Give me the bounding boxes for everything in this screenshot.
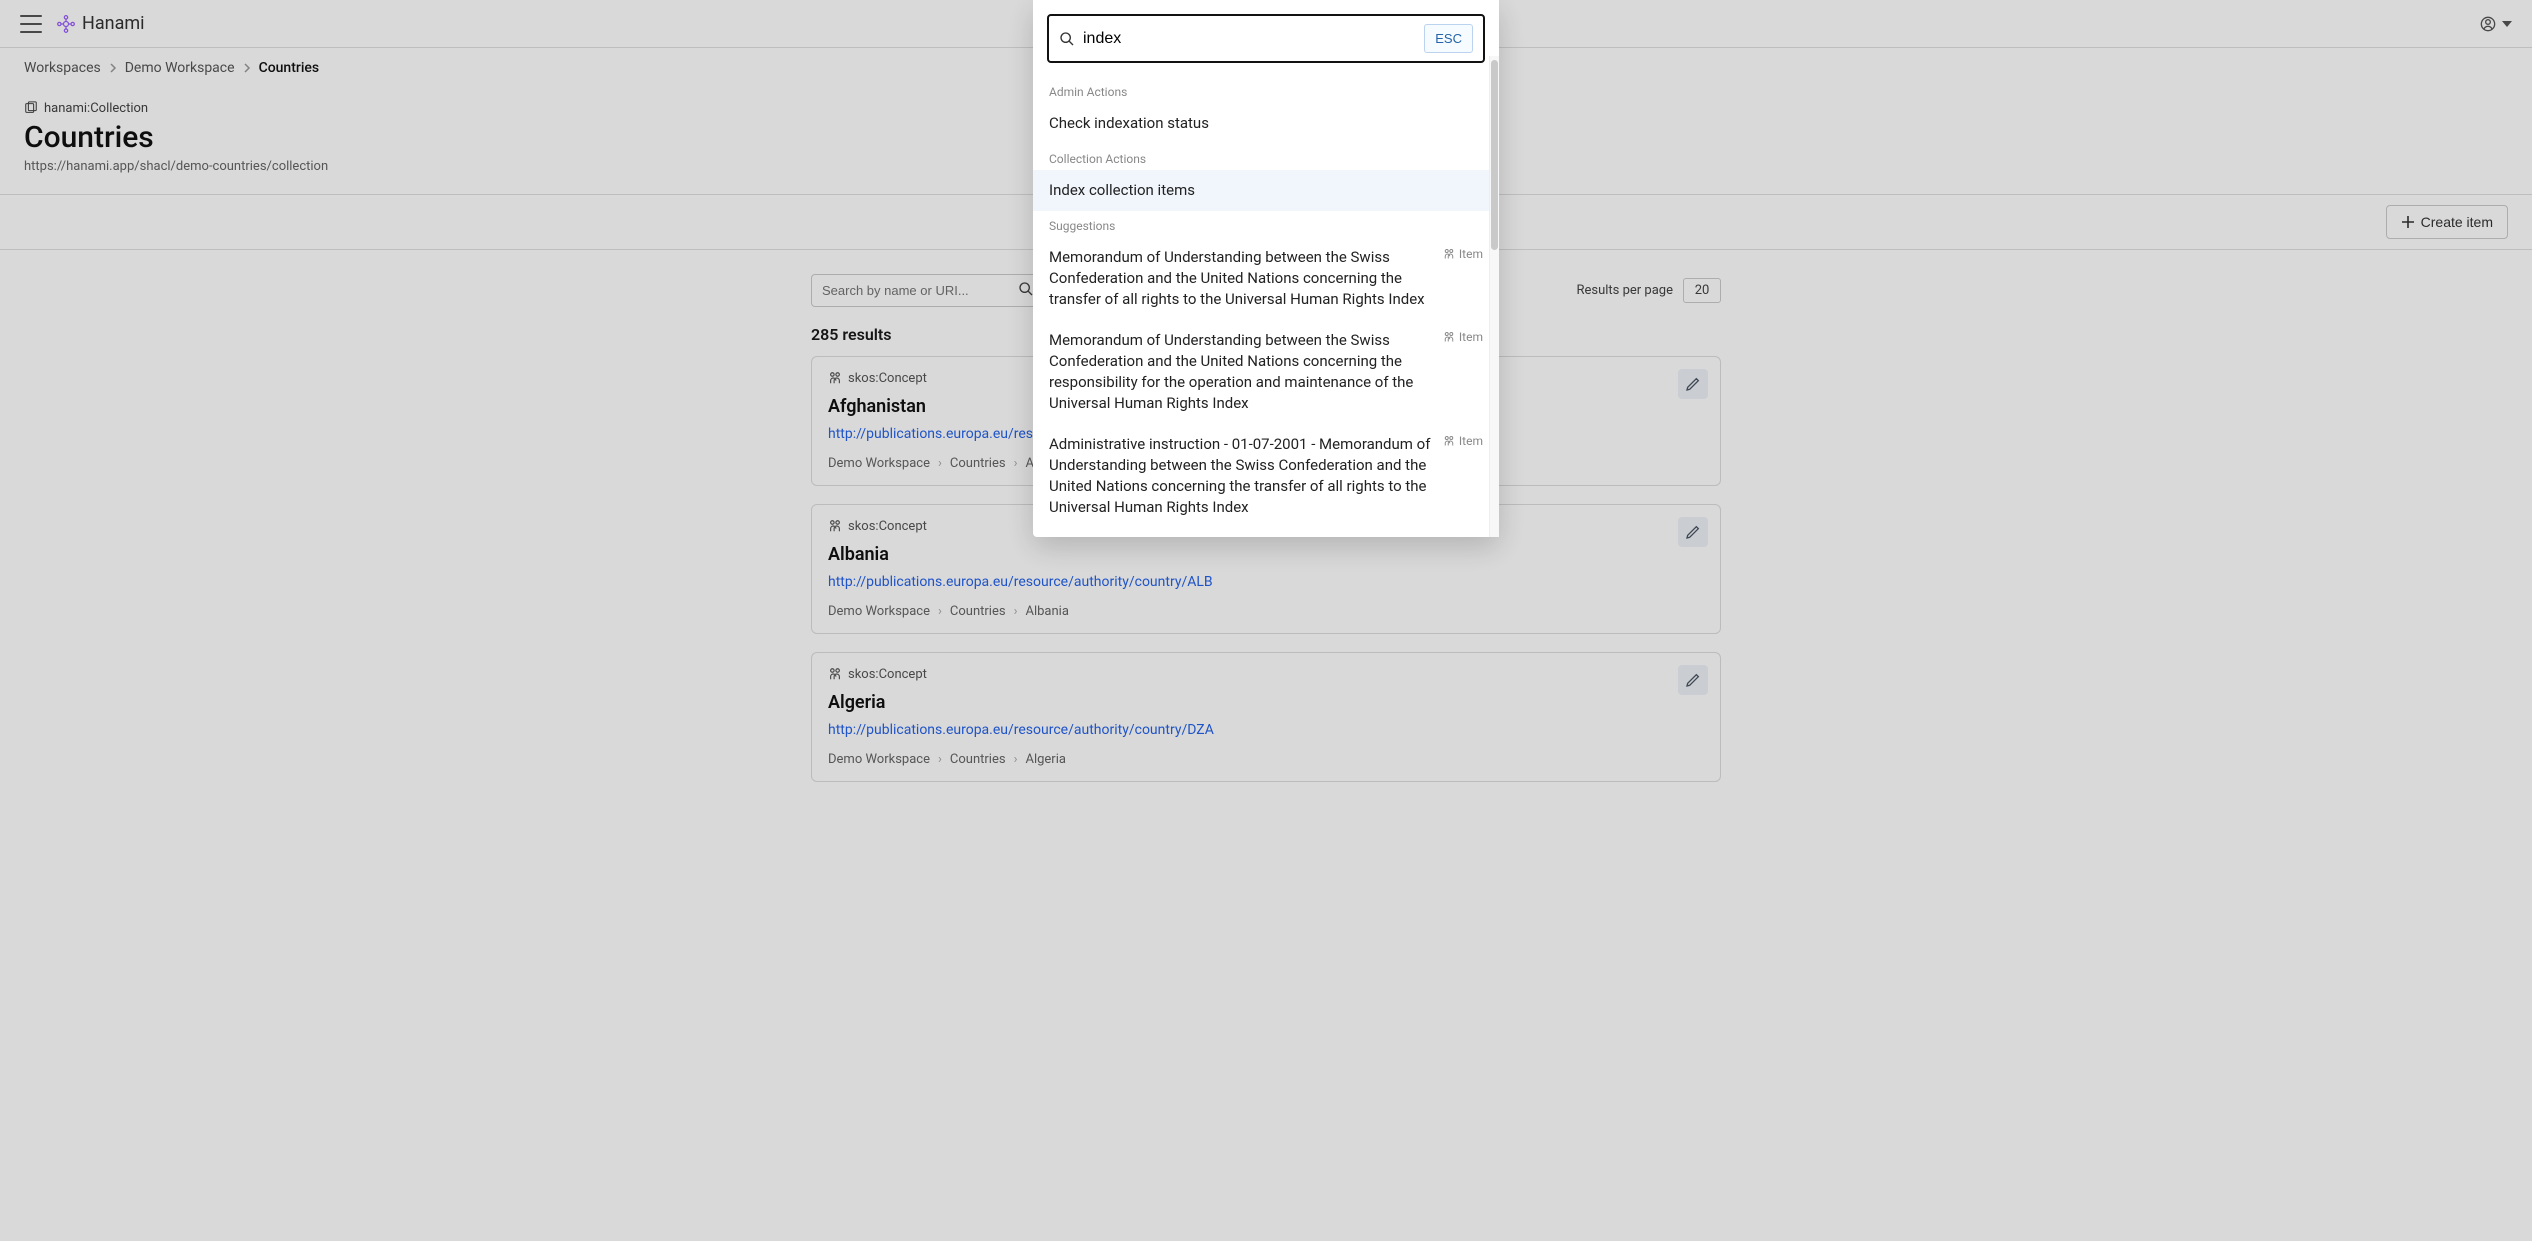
type-badge: hanami:Collection bbox=[24, 101, 148, 116]
card-link[interactable]: http://publications.europa.eu/resource/a… bbox=[828, 722, 1214, 738]
card-type-label: skos:Concept bbox=[848, 667, 927, 682]
palette-item[interactable]: Check indexation status bbox=[1033, 103, 1499, 144]
edit-button[interactable] bbox=[1678, 517, 1708, 547]
local-search bbox=[811, 274, 1043, 307]
palette-item-tag: Item bbox=[1443, 247, 1483, 261]
concept-icon bbox=[828, 519, 842, 533]
concept-icon bbox=[828, 667, 842, 681]
caret-down-icon bbox=[2502, 21, 2512, 27]
palette-item[interactable]: Memorandum of Understanding between the … bbox=[1033, 237, 1499, 320]
card-breadcrumb: Demo Workspace › Countries › Algeria bbox=[828, 752, 1704, 767]
card-crumb[interactable]: Countries bbox=[950, 604, 1006, 619]
local-search-input[interactable] bbox=[812, 275, 1010, 306]
pencil-icon bbox=[1685, 376, 1701, 392]
card-crumb[interactable]: Demo Workspace bbox=[828, 456, 930, 471]
item-icon bbox=[1443, 248, 1455, 260]
account-menu[interactable] bbox=[2480, 16, 2512, 32]
palette-esc-button[interactable]: ESC bbox=[1424, 24, 1473, 53]
type-label: hanami:Collection bbox=[44, 101, 148, 116]
results-per-page: Results per page 20 bbox=[1576, 278, 1721, 303]
palette-item[interactable]: Memorandum of Understanding between the … bbox=[1033, 320, 1499, 424]
scrollbar[interactable] bbox=[1489, 56, 1499, 537]
card-crumb[interactable]: Demo Workspace bbox=[828, 604, 930, 619]
chevron-right-icon bbox=[109, 63, 117, 73]
command-palette: ESC Admin Actions Check indexation status… bbox=[1033, 0, 1499, 537]
palette-item-text: Memorandum of Understanding between the … bbox=[1049, 330, 1433, 414]
menu-icon[interactable] bbox=[20, 15, 42, 33]
palette-results: Admin Actions Check indexation status Coll… bbox=[1033, 77, 1499, 537]
card-breadcrumb: Demo Workspace › Countries › Albania bbox=[828, 604, 1704, 619]
card-title: Algeria bbox=[828, 692, 1704, 713]
card-link[interactable]: http://publications.europa.eu/resource/a… bbox=[828, 574, 1213, 590]
concept-icon bbox=[828, 371, 842, 385]
plus-icon bbox=[2401, 215, 2415, 229]
card-type-label: skos:Concept bbox=[848, 519, 927, 534]
palette-item-tag: Item bbox=[1443, 330, 1483, 344]
rpp-label: Results per page bbox=[1576, 283, 1673, 298]
app-logo[interactable]: Hanami bbox=[56, 13, 145, 34]
search-icon bbox=[1018, 281, 1034, 297]
breadcrumb-workspace[interactable]: Demo Workspace bbox=[125, 60, 235, 76]
app-name: Hanami bbox=[82, 13, 145, 34]
palette-search-input[interactable] bbox=[1083, 30, 1416, 48]
item-icon bbox=[1443, 331, 1455, 343]
palette-item[interactable]: 2014 Amendments MSC.365.93 Chapters II-1… bbox=[1033, 528, 1499, 537]
card-crumb[interactable]: Countries bbox=[950, 456, 1006, 471]
create-item-label: Create item bbox=[2421, 214, 2493, 230]
edit-button[interactable] bbox=[1678, 369, 1708, 399]
collection-icon bbox=[24, 101, 38, 115]
palette-item-text: Memorandum of Understanding between the … bbox=[1049, 247, 1433, 310]
item-icon bbox=[1443, 435, 1455, 447]
palette-item-text: Index collection items bbox=[1049, 180, 1483, 201]
logo-icon bbox=[56, 14, 76, 34]
palette-group-label: Admin Actions bbox=[1033, 77, 1499, 103]
palette-group-label: Suggestions bbox=[1033, 211, 1499, 237]
create-item-button[interactable]: Create item bbox=[2386, 205, 2508, 239]
scrollbar-thumb[interactable] bbox=[1491, 60, 1498, 250]
palette-item[interactable]: Administrative instruction - 01-07-2001 … bbox=[1033, 424, 1499, 528]
search-icon bbox=[1059, 31, 1075, 47]
card-type-label: skos:Concept bbox=[848, 371, 927, 386]
palette-item-text: Check indexation status bbox=[1049, 113, 1483, 134]
card-crumb[interactable]: Countries bbox=[950, 752, 1006, 767]
card-crumb[interactable]: Algeria bbox=[1025, 752, 1065, 767]
card-crumb[interactable]: Albania bbox=[1025, 604, 1068, 619]
palette-item-text: Administrative instruction - 01-07-2001 … bbox=[1049, 434, 1433, 518]
pencil-icon bbox=[1685, 524, 1701, 540]
palette-group-label: Collection Actions bbox=[1033, 144, 1499, 170]
edit-button[interactable] bbox=[1678, 665, 1708, 695]
pencil-icon bbox=[1685, 672, 1701, 688]
chevron-right-icon bbox=[243, 63, 251, 73]
palette-item-tag: Item bbox=[1443, 434, 1483, 448]
breadcrumb-root[interactable]: Workspaces bbox=[24, 60, 101, 76]
user-circle-icon bbox=[2480, 16, 2496, 32]
rpp-select[interactable]: 20 bbox=[1683, 278, 1721, 303]
card-crumb[interactable]: Demo Workspace bbox=[828, 752, 930, 767]
result-card: skos:Concept Algeria http://publications… bbox=[811, 652, 1721, 782]
palette-item[interactable]: Index collection items bbox=[1033, 170, 1499, 211]
card-title: Albania bbox=[828, 544, 1704, 565]
card-type: skos:Concept bbox=[828, 667, 1704, 682]
breadcrumb-current: Countries bbox=[259, 60, 320, 76]
